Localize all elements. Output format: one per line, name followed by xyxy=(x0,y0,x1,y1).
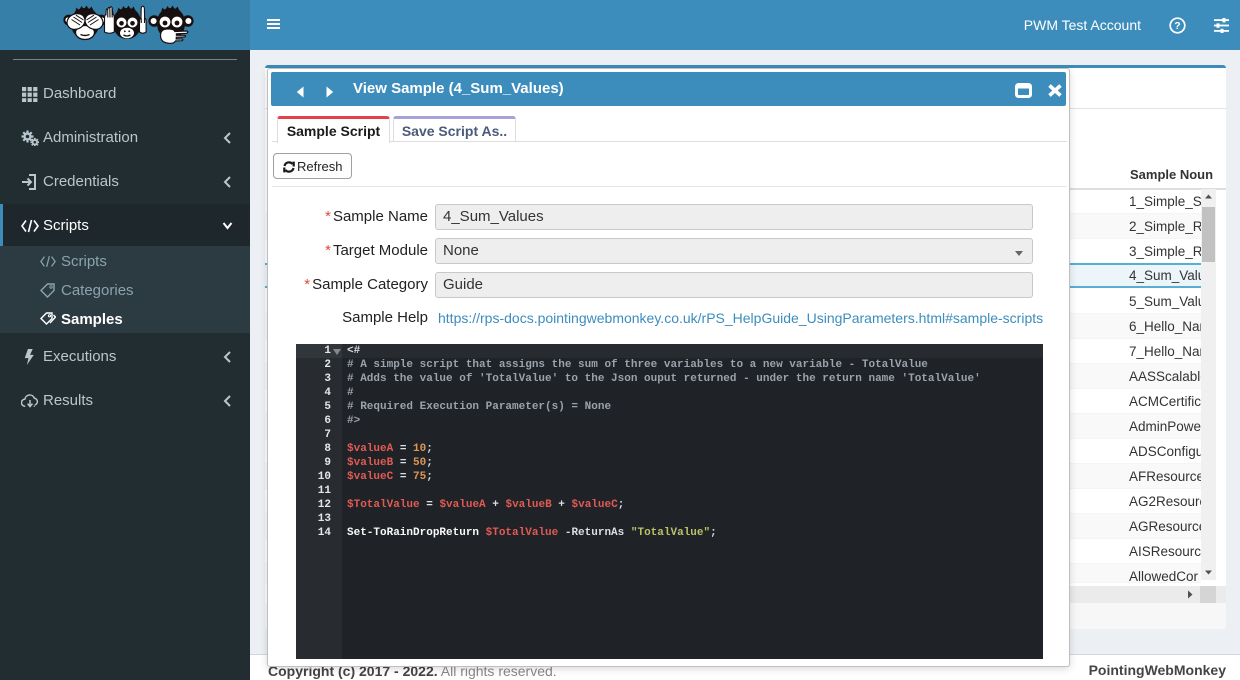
svg-text:?: ? xyxy=(1174,20,1180,32)
